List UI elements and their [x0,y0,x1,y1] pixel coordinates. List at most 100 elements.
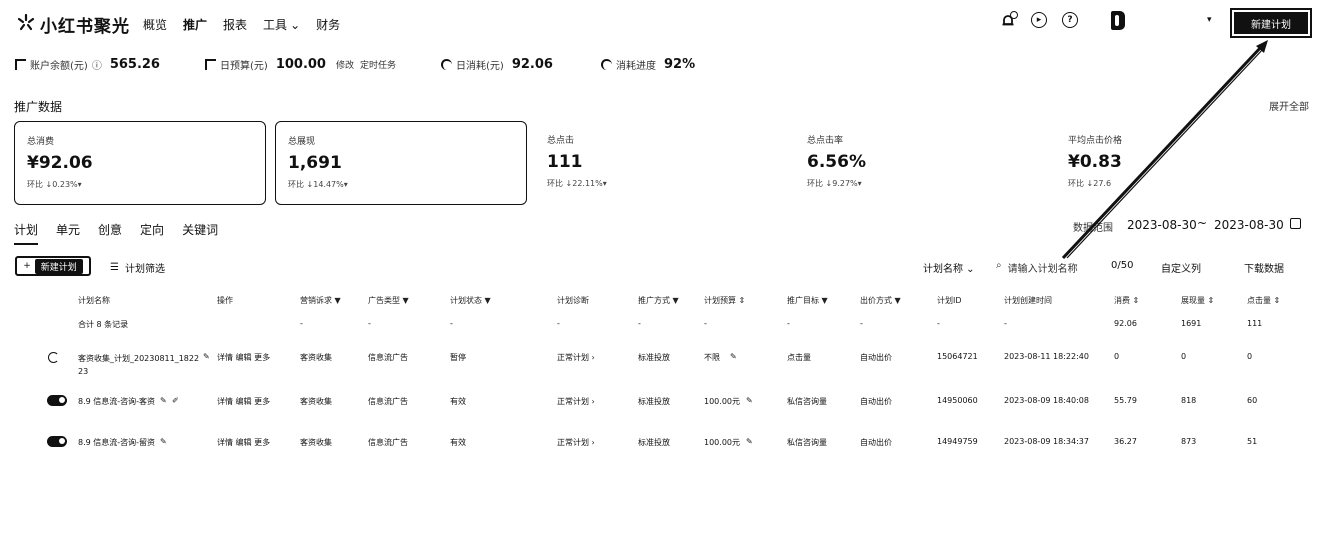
col-diagnosis: 计划诊断 [557,296,589,305]
col-promo-method[interactable]: 推广方式 ▼ [638,295,679,306]
col-actions: 操作 [217,296,233,305]
date-start-input[interactable]: 2023-08-30 [1127,218,1197,232]
tab-unit[interactable]: 单元 [56,221,80,245]
summary-cell: - [450,319,453,328]
kpi-card-impressions[interactable]: 总展现 1,691 环比 ↓14.47%▾ [275,121,527,205]
ring-icon [601,59,612,70]
diagnosis-link[interactable]: 正常计划 › [557,396,595,407]
kpi-card-spend[interactable]: 总消费 ¥92.06 环比 ↓0.23%▾ [14,121,266,205]
plan-name-cell[interactable]: 客资收集_计划_20230811_182223 [78,352,202,378]
nav-promotion[interactable]: 推广 [183,16,207,33]
nav-tools[interactable]: 工具 ⌄ [263,16,300,33]
download-data-button[interactable]: 下载数据 [1244,260,1284,275]
spend-cell: 0 [1114,352,1120,361]
scheduled-task-link[interactable]: 定时任务 [360,58,396,71]
created-at-cell: 2023-08-09 18:34:37 [1004,437,1089,446]
budget-edit-link[interactable]: 修改 [336,58,354,71]
search-icon: ⌕ [996,260,1002,271]
col-marketing-goal[interactable]: 营销诉求 ▼ [300,295,341,306]
plan-filter-button[interactable]: ☰ 计划筛选 [110,260,165,275]
edit-pencil-icon[interactable]: ✎ [160,437,167,446]
budget-value: 100.00 [275,57,326,72]
tab-keywords[interactable]: 关键词 [182,221,218,245]
pin-icon[interactable]: ✐ [172,396,179,405]
col-spend[interactable]: 消费 ⇕ [1114,295,1139,306]
new-plan-button[interactable]: + 新建计划 [15,256,91,276]
kpi-compare: 环比 ↓27.6 [1068,179,1112,188]
spend-cell: 36.27 [1114,437,1137,446]
col-ad-type[interactable]: 广告类型 ▼ [368,295,409,306]
account-avatar[interactable] [1111,11,1125,30]
kpi-label: 总点击率 [807,136,844,146]
tab-targeting[interactable]: 定向 [140,221,164,245]
edit-pencil-icon[interactable]: ✎ [746,396,753,405]
play-circle-icon[interactable]: ▸ [1031,12,1047,28]
tab-plan[interactable]: 计划 [14,221,39,245]
table-cell: 客资收集 [300,353,332,362]
col-plan-status[interactable]: 计划状态 ▼ [450,295,491,306]
kpi-card-clicks[interactable]: 总点击 111 环比 ↓22.11%▾ [535,121,787,205]
kpi-card-ctr[interactable]: 总点击率 6.56% 环比 ↓9.27%▾ [795,121,1047,205]
expand-all-link[interactable]: 展开全部 [1269,98,1309,113]
col-bid-method[interactable]: 出价方式 ▼ [860,295,901,306]
plan-id-cell: 15064721 [937,352,978,361]
info-icon: ⓘ [91,61,102,72]
search-field-select[interactable]: 计划名称 ⌄ [923,260,975,275]
kpi-value: ¥92.06 [27,153,93,173]
nav-finance[interactable]: 财务 [316,16,340,33]
edit-pencil-icon[interactable]: ✎ [160,396,167,405]
calendar-icon[interactable] [1290,218,1301,229]
summary-cell: - [937,319,940,328]
progress-label: 消耗进度 [616,61,656,72]
table-cell: 私信咨询量 [787,397,827,406]
edit-pencil-icon[interactable]: ✎ [203,352,210,361]
help-icon[interactable]: ? [1062,12,1078,28]
row-actions[interactable]: 详情 编辑 更多 [217,437,270,448]
budget-cell: 100.00元 [704,438,740,447]
search-input[interactable]: ⌕ 请输入计划名称 [996,260,1078,275]
row-actions[interactable]: 详情 编辑 更多 [217,396,270,407]
chevron-down-icon: ⌄ [290,17,301,32]
plan-id-cell: 14949759 [937,437,978,446]
col-target[interactable]: 推广目标 ▼ [787,295,828,306]
create-plan-button[interactable]: 新建计划 [1230,8,1312,38]
kpi-card-cpc[interactable]: 平均点击价格 ¥0.83 环比 ↓27.6 [1056,121,1308,205]
balance-stat: 账户余额(元) ⓘ 565.26 [15,57,160,72]
diagnosis-link[interactable]: 正常计划 › [557,437,595,448]
table-cell: 信息流广告 [368,438,408,447]
char-counter: 0/50 [1111,260,1134,271]
row-actions[interactable]: 详情 编辑 更多 [217,352,270,363]
plan-toggle[interactable] [47,395,67,406]
summary-impressions: 1691 [1181,319,1202,328]
plan-name-cell[interactable]: 8.9 信息流-咨询-留资 [78,437,155,448]
col-clicks[interactable]: 点击量 ⇕ [1247,295,1280,306]
caret-down-icon[interactable]: ▾ [1207,15,1212,25]
entity-tabs: 计划 单元 创意 定向 关键词 [14,221,218,245]
plan-name-cell[interactable]: 8.9 信息流-咨询-客资 [78,396,155,407]
col-budget[interactable]: 计划预算 ⇕ [704,295,745,306]
kpi-value: ¥0.83 [1068,152,1122,172]
table-cell: 自动出价 [860,353,892,362]
table-cell: 标准投放 [638,438,670,447]
balance-value: 565.26 [109,57,160,72]
plan-id-cell: 14950060 [937,396,978,405]
tab-creative[interactable]: 创意 [98,221,122,245]
edit-pencil-icon[interactable]: ✎ [746,437,753,446]
date-end-input[interactable]: 2023-08-30 [1214,218,1284,232]
col-impressions[interactable]: 展现量 ⇕ [1181,295,1214,306]
kpi-label: 平均点击价格 [1068,136,1123,146]
table-cell: 自动出价 [860,438,892,447]
edit-pencil-icon[interactable]: ✎ [730,352,737,361]
col-plan-name[interactable]: 计划名称 [78,295,110,306]
flag-icon [205,59,216,70]
nav-reports[interactable]: 报表 [223,16,247,33]
diagnosis-link[interactable]: 正常计划 › [557,352,595,363]
summary-cell: - [638,319,641,328]
nav-overview[interactable]: 概览 [143,16,167,33]
table-cell: 客资收集 [300,438,332,447]
custom-columns-button[interactable]: 自定义列 [1161,260,1201,275]
spend-cell: 55.79 [1114,396,1137,405]
plan-toggle[interactable] [47,436,67,447]
status-cell: 有效 [450,438,466,447]
budget-cell: 不限 [704,353,720,362]
